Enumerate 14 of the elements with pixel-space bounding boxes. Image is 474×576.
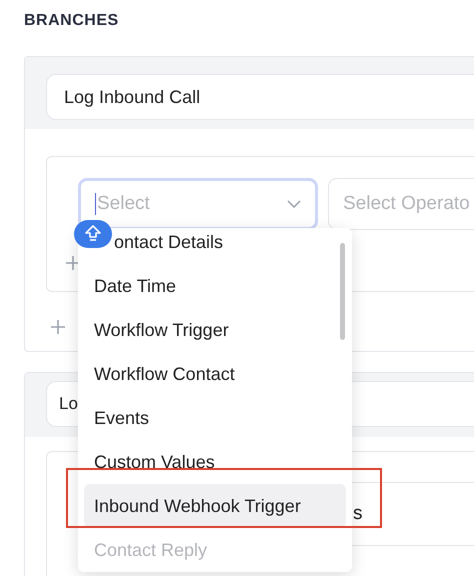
arrow-up-icon [83, 224, 103, 244]
menu-item[interactable]: Custom Values [84, 440, 346, 484]
menu-item[interactable]: ontact Details [114, 228, 346, 264]
menu-item[interactable]: Workflow Trigger [84, 308, 346, 352]
menu-item[interactable]: Workflow Contact [84, 352, 346, 396]
menu-item[interactable]: Events [84, 396, 346, 440]
plus-icon[interactable] [65, 255, 81, 271]
plus-icon[interactable] [50, 319, 66, 335]
branch-name-field[interactable]: Log Inbound Call [46, 74, 474, 120]
menu-item[interactable]: Date Time [84, 264, 346, 308]
chevron-down-icon [287, 200, 301, 208]
section-heading: BRANCHES [24, 12, 119, 30]
menu-item[interactable]: Inbound Webhook Trigger [84, 484, 346, 528]
scrollbar[interactable] [340, 243, 345, 340]
